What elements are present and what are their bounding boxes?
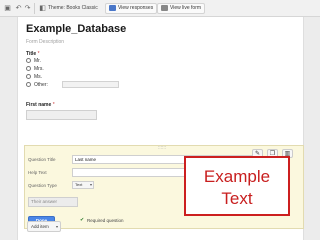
theme-icon[interactable]: ◧ [38,4,47,13]
save-icon[interactable]: ▣ [3,4,12,13]
radio-icon [26,58,31,63]
add-item-button[interactable]: Add item ▾ [27,221,61,232]
checkmark-icon: ✔ [80,217,85,223]
editor-toolbar: ▣ ↶ ↷ ◧ Theme: Books Classic View respon… [0,0,320,17]
question-title-field-label: Question Title [28,157,56,162]
spreadsheet-icon [109,4,116,11]
required-asterisk: * [52,102,55,108]
form-description[interactable]: Form Description [26,39,64,45]
theme-button[interactable]: Theme: Books Classic [48,4,98,13]
question-type-value: Text [75,182,83,187]
undo-icon[interactable]: ↶ [14,4,23,13]
option-label: Mr. [34,58,41,64]
question-type-select[interactable]: Text ▾ [72,181,94,189]
radio-icon [26,66,31,71]
drag-handle[interactable]: :::::: [154,146,170,151]
question-first-name-label: First name * [26,102,55,108]
required-asterisk: * [37,51,40,57]
toolbar-divider [34,3,35,14]
view-responses-button[interactable]: View responses [105,3,158,14]
radio-option-mr[interactable]: Mr. [26,58,41,64]
redo-icon[interactable]: ↷ [23,4,32,13]
eye-icon [161,4,168,11]
view-responses-label: View responses [118,5,154,11]
example-text-callout: Example Text [184,156,290,216]
radio-option-other[interactable]: Other: [26,82,48,88]
question-type-label: Question Type [28,183,57,188]
chevron-down-icon: ▾ [89,182,92,187]
chevron-down-icon: ▾ [55,224,58,229]
option-label: Other: [34,82,48,88]
required-question-label: Required question [87,218,124,223]
answer-preview-field: Their answer [28,197,78,207]
radio-icon [26,82,31,87]
option-label: Mrs. [34,66,44,72]
add-item-label: Add item [31,224,49,229]
radio-icon [26,74,31,79]
view-live-form-label: View live form [170,5,202,11]
other-text-field[interactable] [62,81,119,88]
question-title-text: Title [26,51,37,57]
view-live-form-button[interactable]: View live form [157,3,206,14]
callout-text: Example Text [203,167,271,208]
required-question-checkbox[interactable]: ✔ Required question [80,217,124,224]
question-first-name-text: First name [26,102,52,108]
radio-option-ms[interactable]: Ms. [26,74,42,80]
radio-option-mrs[interactable]: Mrs. [26,66,44,72]
first-name-field[interactable] [26,110,97,120]
option-label: Ms. [34,74,43,80]
help-text-label: Help Text [28,170,47,175]
question-title-label: Title * [26,51,40,57]
form-title[interactable]: Example_Database [26,23,126,35]
